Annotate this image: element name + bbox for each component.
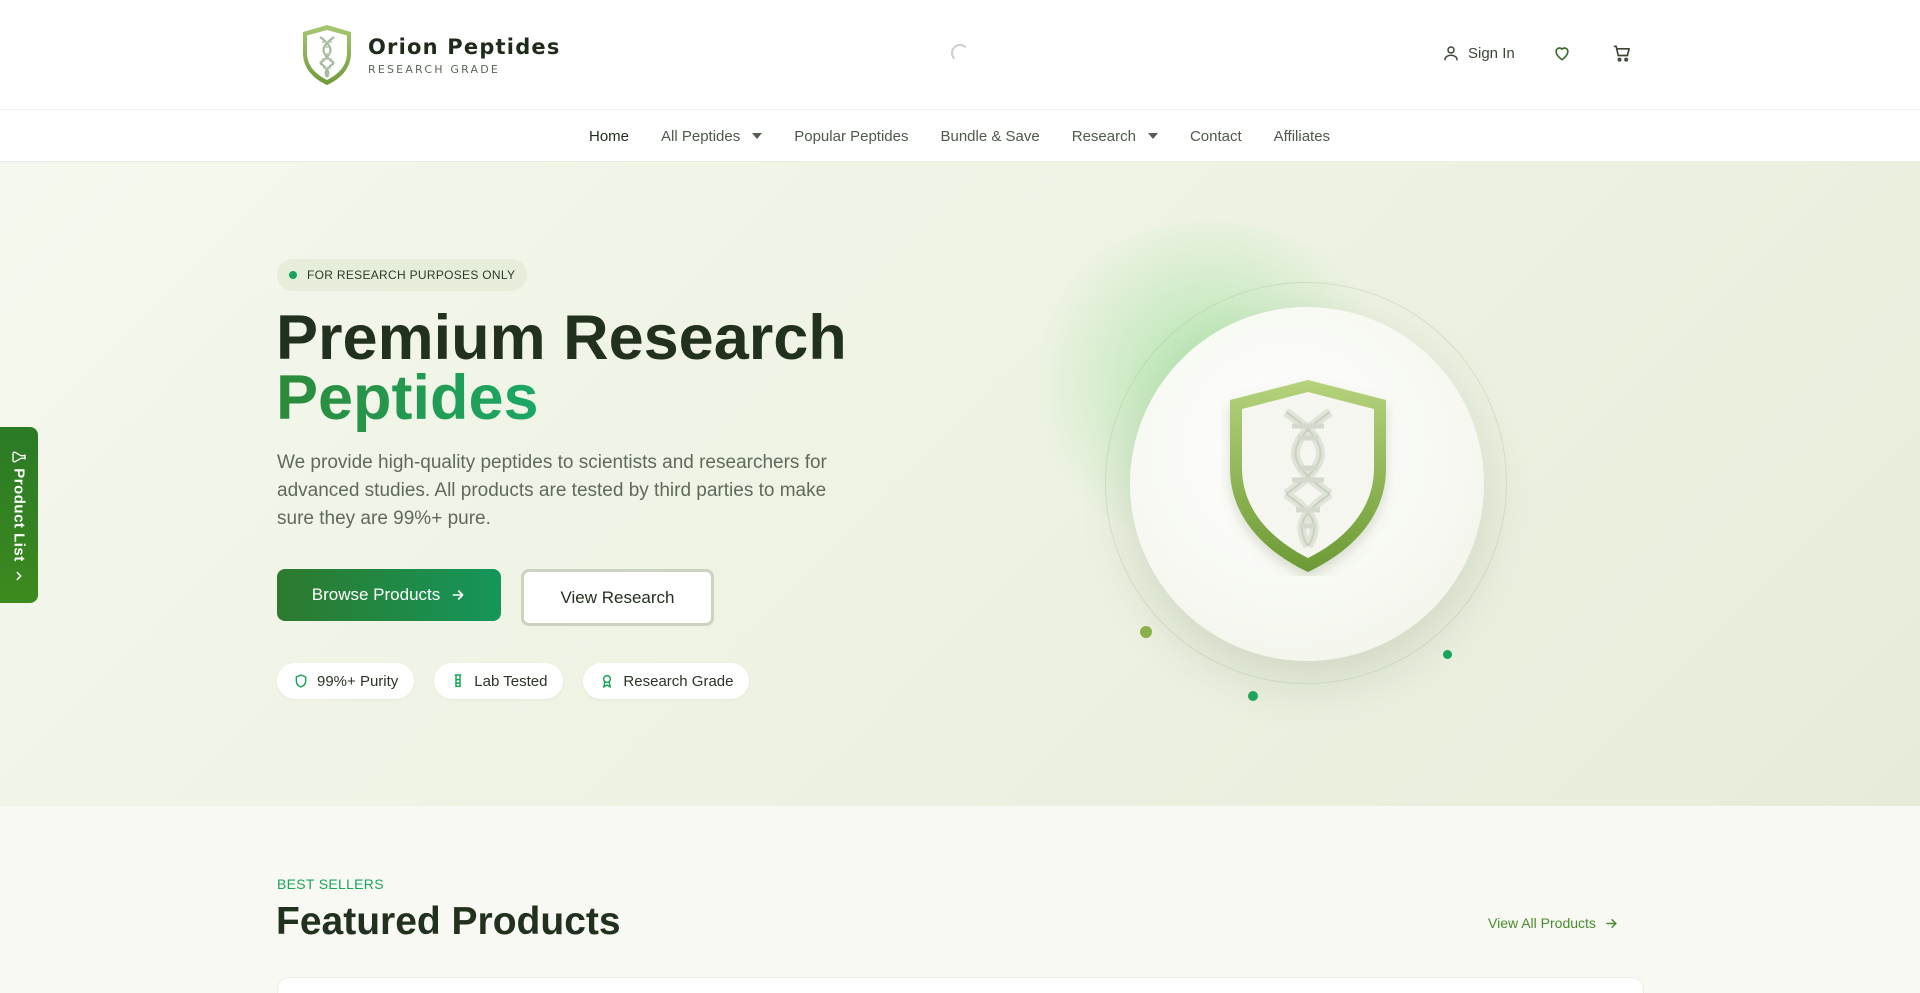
nav-item-bundle-save[interactable]: Bundle & Save: [940, 128, 1039, 145]
caret-down-icon: [752, 133, 763, 139]
wishlist-button[interactable]: [1551, 42, 1573, 64]
nav-item-all-peptides[interactable]: All Peptides: [661, 127, 763, 145]
product-list-tab[interactable]: Product List: [0, 427, 38, 603]
nav-label: All Peptides: [661, 127, 741, 145]
product-card-container: [277, 977, 1644, 993]
nav-label: Contact: [1189, 127, 1242, 145]
badge-label: Lab Tested: [474, 672, 548, 690]
hero-title-line2: Peptides: [276, 363, 539, 433]
hero-title: Premium Research Peptides: [276, 307, 847, 430]
flask-icon: [12, 451, 26, 463]
nav-item-contact[interactable]: Contact: [1190, 128, 1242, 145]
nav-item-affiliates[interactable]: Affiliates: [1274, 128, 1330, 145]
hero-section: FOR RESEARCH PURPOSES ONLY Premium Resea…: [0, 162, 1920, 806]
brand-name: Orion Peptides: [368, 34, 561, 59]
cart-icon: [1613, 45, 1630, 62]
nav-item-home[interactable]: Home: [589, 128, 629, 145]
badge-label: Research Grade: [623, 672, 734, 690]
award-icon: [603, 674, 612, 688]
brand-text: Orion Peptides RESEARCH GRADE: [368, 35, 561, 76]
product-list-label: Product List: [10, 468, 28, 562]
arrow-right-icon: [452, 590, 464, 600]
chevron-right-icon: [16, 571, 22, 581]
decor-dot: [1443, 650, 1452, 659]
browse-products-label: Browse Products: [311, 585, 441, 604]
research-notice-badge: FOR RESEARCH PURPOSES ONLY: [277, 259, 528, 291]
trust-badges: 99%+ Purity Lab Tested Research Grade: [277, 663, 750, 699]
user-icon: [1444, 46, 1458, 61]
research-notice-text: FOR RESEARCH PURPOSES ONLY: [307, 268, 516, 282]
badge-research-grade: Research Grade: [583, 663, 750, 699]
brand-tagline: RESEARCH GRADE: [368, 62, 501, 76]
decor-dot: [1140, 626, 1152, 638]
nav-item-popular-peptides[interactable]: Popular Peptides: [794, 128, 908, 145]
site-header: Orion Peptides RESEARCH GRADE Sign In: [0, 0, 1920, 110]
badge-lab-tested: Lab Tested: [434, 663, 564, 699]
browse-products-button[interactable]: Browse Products: [277, 569, 501, 621]
caret-down-icon: [1147, 133, 1158, 139]
status-dot: [289, 271, 297, 279]
nav-label: Popular Peptides: [794, 127, 909, 145]
sign-in-button[interactable]: Sign In: [1442, 44, 1515, 62]
nav-item-research[interactable]: Research: [1072, 128, 1158, 145]
beaker-icon: [454, 674, 462, 688]
nav-label: Home: [589, 127, 630, 145]
badge-purity: 99%+ Purity: [277, 663, 415, 699]
loading-spinner: [951, 44, 969, 62]
featured-eyebrow: BEST SELLERS: [277, 876, 384, 892]
arrow-right-icon: [1606, 918, 1617, 928]
shield-icon: [295, 674, 307, 688]
shield-dna-emblem-icon: [1230, 380, 1386, 572]
hero-description: We provide high-quality peptides to scie…: [277, 452, 827, 529]
brand-logo[interactable]: Orion Peptides RESEARCH GRADE: [298, 23, 561, 87]
nav-list: Home All Peptides Popular Peptides Bundl…: [589, 110, 1330, 162]
badge-label: 99%+ Purity: [317, 672, 399, 690]
view-all-products-link[interactable]: View All Products: [1488, 915, 1619, 931]
nav-label: Research: [1071, 127, 1136, 145]
nav-label: Bundle & Save: [940, 127, 1040, 145]
view-research-button[interactable]: View Research: [521, 569, 714, 626]
view-research-label: View Research: [560, 587, 675, 607]
sign-in-label: Sign In: [1468, 44, 1515, 62]
decor-dot: [1248, 691, 1258, 701]
view-all-label: View All Products: [1488, 915, 1596, 931]
shield-dna-icon: [303, 25, 351, 85]
featured-title: Featured Products: [276, 900, 621, 943]
nav-label: Affiliates: [1273, 127, 1331, 145]
header-actions: Sign In: [1442, 42, 1633, 64]
main-navigation: Home All Peptides Popular Peptides Bundl…: [0, 110, 1920, 162]
heart-icon: [1555, 47, 1569, 61]
cart-button[interactable]: [1611, 42, 1633, 64]
